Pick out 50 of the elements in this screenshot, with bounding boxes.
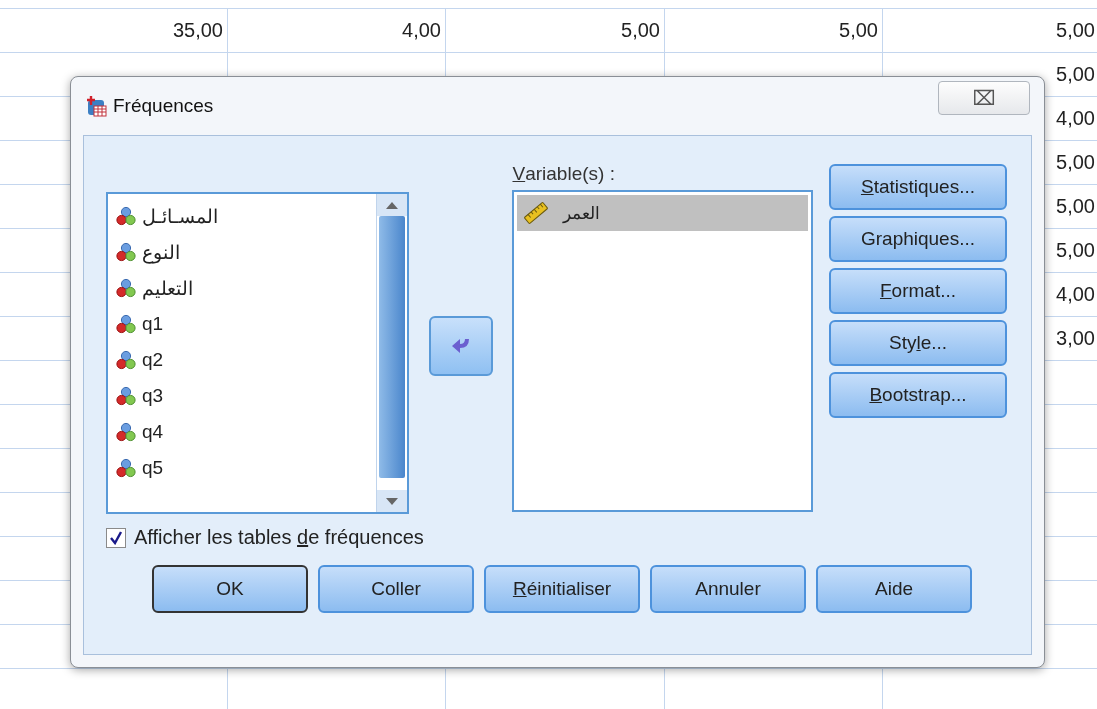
table-cell: 5,00 <box>1056 19 1095 42</box>
scroll-up-arrow-icon[interactable] <box>386 201 398 209</box>
dialog-button[interactable]: Aide <box>816 565 972 613</box>
table-cell: 5,00 <box>1056 239 1095 262</box>
table-cell: 3,00 <box>1056 327 1095 350</box>
table-cell: 5,00 <box>1056 151 1095 174</box>
list-item[interactable]: q3 <box>116 378 368 414</box>
dialog-button[interactable]: Style... <box>829 320 1007 366</box>
table-cell: 35,00 <box>172 19 223 42</box>
table-cell: 5,00 <box>621 19 660 42</box>
close-button[interactable]: ⌧ <box>938 81 1030 115</box>
scrollbar[interactable] <box>376 194 407 512</box>
nominal-variable-icon <box>116 386 136 406</box>
checkbox[interactable] <box>106 527 126 548</box>
move-button[interactable] <box>428 316 493 376</box>
variables-label: Variable(s) : <box>512 162 616 186</box>
list-item[interactable]: q4 <box>116 414 368 450</box>
nominal-variable-icon <box>116 350 136 370</box>
nominal-variable-icon <box>116 458 136 478</box>
nominal-variable-icon <box>116 278 136 298</box>
dialog-button[interactable]: OK <box>152 565 308 613</box>
table-cell: 4,00 <box>402 19 441 42</box>
list-item[interactable]: q2 <box>116 342 368 378</box>
dialog-button[interactable]: Format... <box>829 268 1007 314</box>
scroll-down-arrow-icon[interactable] <box>386 497 398 505</box>
list-item[interactable]: المسـائـل <box>116 198 368 234</box>
list-item[interactable]: النوع <box>116 234 368 270</box>
table-cell: 5,00 <box>1056 195 1095 218</box>
nominal-variable-icon <box>116 206 136 226</box>
table-cell: 5,00 <box>839 19 878 42</box>
nominal-variable-icon <box>116 422 136 442</box>
selected-variables-list[interactable]: العمر <box>512 190 813 512</box>
table-cell: 4,00 <box>1056 283 1095 306</box>
list-item[interactable]: q1 <box>116 306 368 342</box>
dialog-button[interactable]: Coller <box>318 565 474 613</box>
nominal-variable-icon <box>116 242 136 262</box>
table-cell: 4,00 <box>1056 107 1095 130</box>
window-title: Fréquences <box>113 95 214 117</box>
dialog-button[interactable]: Graphiques... <box>829 216 1007 262</box>
dialog-button[interactable]: Annuler <box>650 565 806 613</box>
frequency-tables-checkbox[interactable]: Afficher les tables de fréquences <box>106 526 1007 549</box>
list-item[interactable]: العمر <box>517 195 808 231</box>
table-cell: 5,00 <box>1056 63 1095 86</box>
dialog-button[interactable]: Statistiques... <box>829 164 1007 210</box>
list-item[interactable]: q5 <box>116 450 368 486</box>
dialog-button[interactable]: Bootstrap... <box>829 372 1007 418</box>
list-item[interactable]: التعليم <box>116 270 368 306</box>
nominal-variable-icon <box>116 314 136 334</box>
frequency-table-icon <box>85 95 107 117</box>
dialog-button[interactable]: Réinitialiser <box>484 565 640 613</box>
